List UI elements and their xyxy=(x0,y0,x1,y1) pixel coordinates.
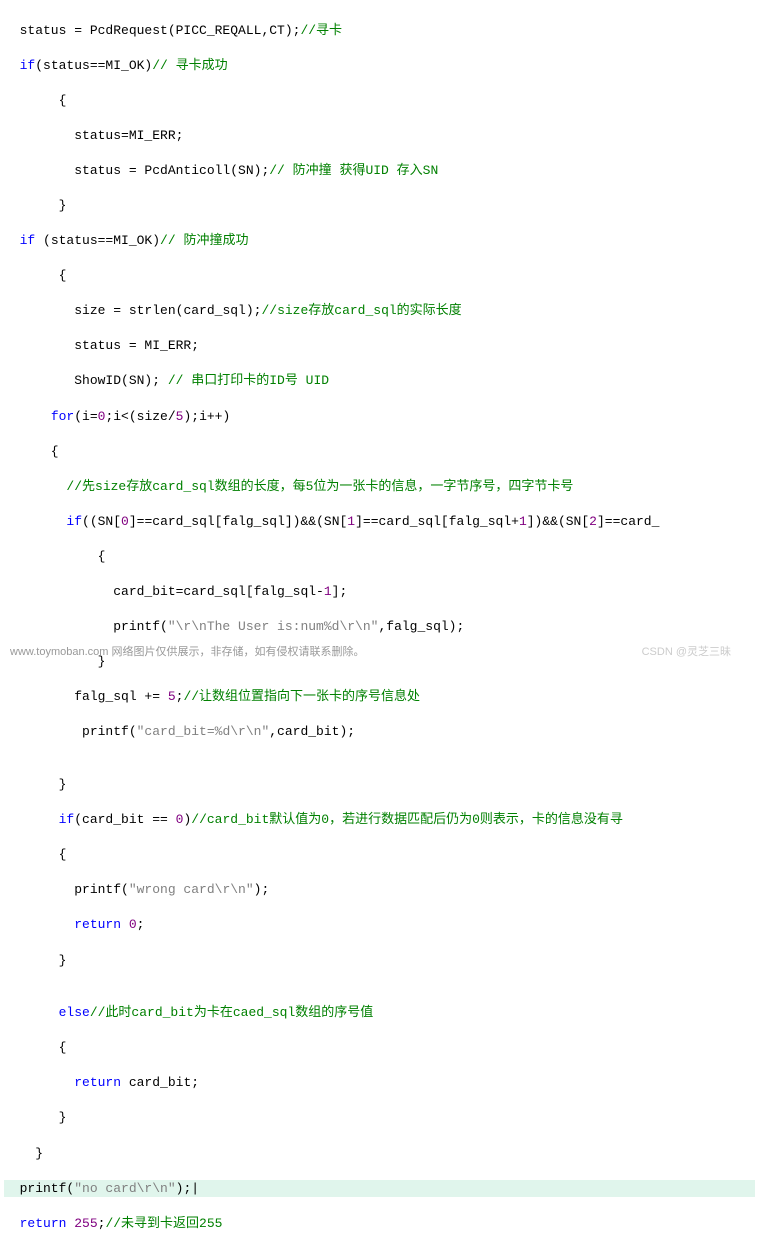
comment: //寻卡 xyxy=(300,23,342,38)
code-text: ;i<(size/ xyxy=(105,409,175,424)
code-text: ]; xyxy=(332,584,348,599)
keyword: if xyxy=(59,812,75,827)
code-line: { xyxy=(4,268,66,283)
code-text xyxy=(4,233,20,248)
code-text: ) xyxy=(183,812,191,827)
code-line: { xyxy=(4,93,66,108)
code-line: { xyxy=(4,1040,66,1055)
string: "\r\nThe User is:num%d\r\n" xyxy=(168,619,379,634)
code-text xyxy=(4,812,59,827)
keyword: return xyxy=(74,1075,121,1090)
code-line: { xyxy=(4,549,105,564)
comment: //size存放card_sql的实际长度 xyxy=(261,303,461,318)
code-text: printf( xyxy=(4,882,129,897)
code-text: printf( xyxy=(4,724,137,739)
code-text xyxy=(4,1216,20,1231)
code-text: ]==card_sql[falg_sql+ xyxy=(355,514,519,529)
code-text: printf( xyxy=(4,619,168,634)
footer-text: www.toymoban.com 网络图片仅供展示，非存储，如有侵权请联系删除。 xyxy=(10,643,364,659)
keyword: for xyxy=(51,409,74,424)
code-line: status = PcdAnticoll(SN); xyxy=(4,163,269,178)
code-text: ])&&(SN[ xyxy=(527,514,589,529)
comment: // 串口打印卡的ID号 UID xyxy=(160,373,329,388)
comment: // 防冲撞 获得UID 存入SN xyxy=(269,163,438,178)
code-text: );i++) xyxy=(183,409,230,424)
comment: //未寻到卡返回255 xyxy=(105,1216,222,1231)
comment: // 寻卡成功 xyxy=(152,58,227,73)
code-text: ); xyxy=(254,882,270,897)
keyword: if xyxy=(20,233,36,248)
keyword: if xyxy=(66,514,82,529)
code-text xyxy=(4,514,66,529)
code-text: falg_sql += xyxy=(4,689,168,704)
code-text: ; xyxy=(98,1216,106,1231)
number: 5 xyxy=(168,689,176,704)
code-text: (status==MI_OK) xyxy=(35,233,160,248)
code-text: card_bit=card_sql[falg_sql- xyxy=(4,584,324,599)
keyword: return xyxy=(74,917,121,932)
error-underline: card_sql xyxy=(183,303,245,318)
code-line: } xyxy=(4,953,66,968)
keyword: else xyxy=(59,1005,90,1020)
code-text xyxy=(4,1075,74,1090)
code-text: ]==card_sql[falg_sql])&&(SN[ xyxy=(129,514,347,529)
code-text: printf( xyxy=(4,1181,74,1196)
code-text: (card_bit == xyxy=(74,812,175,827)
number: 2 xyxy=(589,514,597,529)
code-text: ; xyxy=(176,689,184,704)
number: 0 xyxy=(129,917,137,932)
comment: //card_bit默认值为0，若进行数据匹配后仍为0则表示，卡的信息没有寻 xyxy=(191,812,623,827)
code-text: ShowID(SN); xyxy=(4,373,160,388)
code-line: } xyxy=(4,198,66,213)
code-text: ); xyxy=(176,1181,192,1196)
code-text: (status==MI_OK) xyxy=(35,58,152,73)
comment: // 防冲撞成功 xyxy=(160,233,248,248)
number: 1 xyxy=(519,514,527,529)
code-line: } xyxy=(4,1110,66,1125)
code-text: ,falg_sql); xyxy=(378,619,464,634)
code-text xyxy=(4,1005,59,1020)
comment: //此时card_bit为卡在caed_sql数组的序号值 xyxy=(90,1005,373,1020)
code-text: (i= xyxy=(74,409,97,424)
code-line: } xyxy=(4,1146,43,1161)
code-text: ,card_bit); xyxy=(269,724,355,739)
code-line: } xyxy=(4,777,66,792)
code-line: { xyxy=(4,444,59,459)
csdn-watermark: CSDN @灵芝三昧 xyxy=(642,643,731,659)
number: 1 xyxy=(324,584,332,599)
code-text xyxy=(4,917,74,932)
string: "card_bit=%d\r\n" xyxy=(137,724,270,739)
code-text xyxy=(4,58,20,73)
code-line: status=MI_ERR; xyxy=(4,128,183,143)
code-line: status = PcdRequest(PICC_REQALL,CT); xyxy=(4,23,300,38)
comment: //让数组位置指向下一张卡的序号信息处 xyxy=(183,689,420,704)
keyword: return xyxy=(20,1216,67,1231)
code-text: card_bit; xyxy=(121,1075,199,1090)
code-text: ]==card_ xyxy=(597,514,659,529)
keyword: if xyxy=(20,58,36,73)
code-text: ; xyxy=(137,917,145,932)
code-text: size = strlen( xyxy=(4,303,183,318)
number: 1 xyxy=(347,514,355,529)
string: "no card\r\n" xyxy=(74,1181,175,1196)
code-text xyxy=(66,1216,74,1231)
comment: //先size存放card_sql数组的长度，每5位为一张卡的信息，一字节序号，… xyxy=(4,479,573,494)
number: 0 xyxy=(176,812,184,827)
cursor: | xyxy=(191,1181,199,1196)
code-block: status = PcdRequest(PICC_REQALL,CT);//寻卡… xyxy=(0,0,759,1254)
number: 255 xyxy=(74,1216,97,1231)
code-line: status = MI_ERR; xyxy=(4,338,199,353)
string: "wrong card\r\n" xyxy=(129,882,254,897)
code-text xyxy=(4,409,51,424)
code-line: { xyxy=(4,847,66,862)
code-text: ((SN[ xyxy=(82,514,121,529)
number: 0 xyxy=(121,514,129,529)
code-text: ); xyxy=(246,303,262,318)
code-text xyxy=(121,917,129,932)
